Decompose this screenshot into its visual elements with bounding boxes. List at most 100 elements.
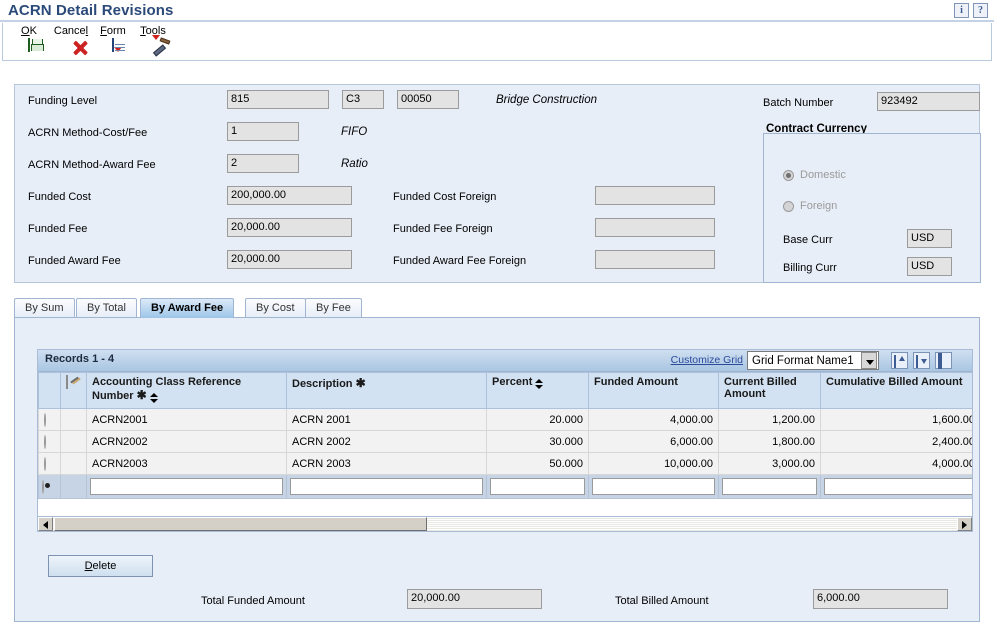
header-form-panel: Funding Level 815 C3 00050 Bridge Constr… xyxy=(14,84,981,283)
row-select-cell[interactable] xyxy=(38,452,61,475)
new-funded-amount-input[interactable] xyxy=(592,478,715,495)
column-header-funded-amount-label: Funded Amount xyxy=(594,376,678,388)
cell-description[interactable]: ACRN 2003 xyxy=(286,452,487,475)
new-percent-input[interactable] xyxy=(490,478,585,495)
column-header-description[interactable]: Description ✱ xyxy=(286,372,487,409)
base-curr-input[interactable]: USD xyxy=(907,229,952,248)
info-icon[interactable]: i xyxy=(954,3,969,18)
cell-cumulative-billed[interactable]: 2,400.00 xyxy=(820,430,972,453)
new-description-input[interactable] xyxy=(290,478,483,495)
tab-by-sum[interactable]: By Sum xyxy=(14,298,75,318)
cell-description[interactable]: ACRN 2002 xyxy=(286,430,487,453)
grid-format-select[interactable]: Grid Format Name1 xyxy=(747,351,879,370)
funded-award-fee-foreign-input[interactable] xyxy=(595,250,715,269)
funding-level-code-input[interactable]: C3 xyxy=(342,90,384,109)
scroll-right-arrow-icon[interactable] xyxy=(957,517,972,531)
new-cell-acrn[interactable] xyxy=(86,474,287,499)
column-header-current-billed[interactable]: Current Billed Amount xyxy=(718,372,821,409)
funded-cost-foreign-label: Funded Cost Foreign xyxy=(393,191,497,203)
cell-current-billed[interactable]: 3,000.00 xyxy=(718,452,821,475)
row-select-cell[interactable] xyxy=(38,430,61,453)
cell-acrn[interactable]: ACRN2003 xyxy=(86,452,287,475)
funded-fee-input[interactable]: 20,000.00 xyxy=(227,218,352,237)
new-cumulative-billed-input[interactable] xyxy=(824,478,972,495)
new-current-billed-input[interactable] xyxy=(722,478,817,495)
funded-cost-input[interactable]: 200,000.00 xyxy=(227,186,352,205)
table-row-new[interactable] xyxy=(38,474,972,499)
table-row[interactable]: ACRN2002 ACRN 2002 30.000 6,000.00 1,800… xyxy=(38,430,972,453)
cell-current-billed[interactable]: 1,800.00 xyxy=(718,430,821,453)
scroll-left-arrow-icon[interactable] xyxy=(38,517,53,531)
funded-award-fee-input[interactable]: 20,000.00 xyxy=(227,250,352,269)
cell-funded-amount[interactable]: 4,000.00 xyxy=(588,408,719,431)
maximize-grid-button[interactable] xyxy=(935,352,952,369)
cell-acrn[interactable]: ACRN2002 xyxy=(86,430,287,453)
grid-caption-bar: Records 1 - 4 Customize Grid Grid Format… xyxy=(38,350,972,372)
base-curr-label: Base Curr xyxy=(783,234,833,246)
cell-cumulative-billed[interactable]: 4,000.00 xyxy=(820,452,972,475)
row-radio-selected[interactable] xyxy=(42,479,44,494)
funding-level-number-input[interactable]: 00050 xyxy=(397,90,459,109)
tools-menu-button[interactable]: Tools xyxy=(127,25,179,59)
new-cell-percent[interactable] xyxy=(486,474,589,499)
import-down-button[interactable] xyxy=(913,352,930,369)
column-header-cumulative-billed[interactable]: Cumulative Billed Amount xyxy=(820,372,972,409)
acrn-method-award-fee-input[interactable]: 2 xyxy=(227,154,299,173)
column-header-funded-amount[interactable]: Funded Amount xyxy=(588,372,719,409)
cell-percent[interactable]: 20.000 xyxy=(486,408,589,431)
new-cell-current-billed[interactable] xyxy=(718,474,821,499)
radio-domestic[interactable]: Domestic xyxy=(783,169,846,181)
row-radio[interactable] xyxy=(44,434,46,449)
grid-header-edit[interactable] xyxy=(60,372,87,409)
column-header-acrn[interactable]: Accounting Class Reference Number ✱ xyxy=(86,372,287,409)
scrollbar-thumb[interactable] xyxy=(54,517,427,531)
export-up-button[interactable] xyxy=(891,352,908,369)
records-count-label: Records 1 - 4 xyxy=(45,353,115,365)
funded-fee-foreign-input[interactable] xyxy=(595,218,715,237)
new-cell-description[interactable] xyxy=(286,474,487,499)
row-edit-cell[interactable] xyxy=(60,474,87,499)
funding-level-description: Bridge Construction xyxy=(496,94,597,106)
row-edit-cell[interactable] xyxy=(60,430,87,453)
funded-cost-foreign-input[interactable] xyxy=(595,186,715,205)
cell-percent[interactable]: 50.000 xyxy=(486,452,589,475)
new-cell-funded-amount[interactable] xyxy=(588,474,719,499)
tab-by-award-fee[interactable]: By Award Fee xyxy=(140,298,235,318)
billing-curr-input[interactable]: USD xyxy=(907,257,952,276)
tab-by-total[interactable]: By Total xyxy=(76,298,137,318)
form-toolbar: OK Cancel Form Tools xyxy=(2,23,992,61)
cell-acrn[interactable]: ACRN2001 xyxy=(86,408,287,431)
row-radio[interactable] xyxy=(44,456,46,471)
acrn-method-cost-fee-input[interactable]: 1 xyxy=(227,122,299,141)
cell-funded-amount[interactable]: 10,000.00 xyxy=(588,452,719,475)
tab-by-fee[interactable]: By Fee xyxy=(305,298,362,318)
delete-button[interactable]: Delete xyxy=(48,555,153,577)
batch-number-input[interactable]: 923492 xyxy=(877,92,980,111)
cell-percent[interactable]: 30.000 xyxy=(486,430,589,453)
row-select-cell[interactable] xyxy=(38,408,61,431)
table-row[interactable]: ACRN2003 ACRN 2003 50.000 10,000.00 3,00… xyxy=(38,452,972,475)
row-radio[interactable] xyxy=(44,412,46,427)
row-edit-cell[interactable] xyxy=(60,452,87,475)
customize-grid-link[interactable]: Customize Grid xyxy=(671,354,743,366)
total-funded-amount-value: 20,000.00 xyxy=(407,589,542,609)
new-acrn-input[interactable] xyxy=(90,478,283,495)
help-icon[interactable]: ? xyxy=(973,3,988,18)
funding-level-input[interactable]: 815 xyxy=(227,90,329,109)
grid-scroll-viewport: Accounting Class Reference Number ✱ Desc… xyxy=(38,372,972,516)
radio-foreign[interactable]: Foreign xyxy=(783,200,837,212)
column-header-percent[interactable]: Percent xyxy=(486,372,589,409)
cell-cumulative-billed[interactable]: 1,600.00 xyxy=(820,408,972,431)
cell-funded-amount[interactable]: 6,000.00 xyxy=(588,430,719,453)
funding-level-label: Funding Level xyxy=(28,95,98,107)
grid-horizontal-scrollbar[interactable] xyxy=(38,516,972,531)
cell-current-billed[interactable]: 1,200.00 xyxy=(718,408,821,431)
total-billed-amount-label: Total Billed Amount xyxy=(615,595,709,607)
tab-by-cost[interactable]: By Cost xyxy=(245,298,306,318)
table-row[interactable]: ACRN2001 ACRN 2001 20.000 4,000.00 1,200… xyxy=(38,408,972,431)
row-select-cell[interactable] xyxy=(38,474,61,499)
row-edit-cell[interactable] xyxy=(60,408,87,431)
pencil-icon xyxy=(66,375,68,389)
cell-description[interactable]: ACRN 2001 xyxy=(286,408,487,431)
new-cell-cumulative-billed[interactable] xyxy=(820,474,972,499)
